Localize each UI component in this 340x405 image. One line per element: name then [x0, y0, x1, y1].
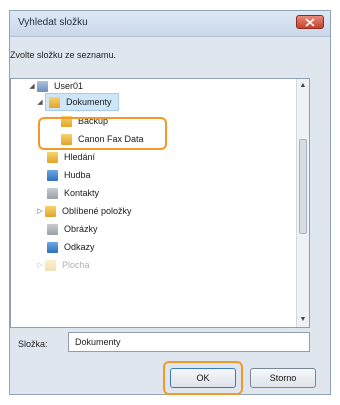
tree-item-label: Hudba [64, 170, 91, 180]
tree-item-hudba[interactable]: Hudba [47, 166, 91, 184]
expand-arrow-icon[interactable]: ◢ [35, 98, 45, 106]
pictures-folder-icon [47, 223, 58, 235]
tree-item-label: Dokumenty [66, 97, 112, 107]
links-folder-icon [47, 241, 58, 253]
expand-arrow-icon[interactable]: ▷ [35, 207, 45, 215]
yellow-folder-icon [45, 259, 56, 271]
music-folder-icon [47, 169, 58, 181]
tree-item-odkazy[interactable]: Odkazy [47, 238, 95, 256]
instruction-text: Zvolte složku ze seznamu. [10, 50, 117, 60]
tree-item-hledani[interactable]: Hledání [47, 148, 95, 166]
contacts-folder-icon [47, 187, 58, 199]
expand-arrow-icon[interactable]: ▷ [35, 261, 45, 269]
expand-arrow-icon[interactable]: ◢ [27, 82, 37, 90]
ok-callout-highlight [163, 361, 243, 395]
yellow-folder-icon [49, 96, 60, 108]
yellow-folder-icon [45, 205, 56, 217]
user-folder-icon [37, 80, 48, 92]
scroll-thumb[interactable] [299, 139, 307, 234]
tree-item-label: User01 [54, 81, 84, 91]
scroll-down-icon[interactable]: ▼ [297, 313, 309, 327]
tree-item-label: Odkazy [64, 242, 95, 252]
dialog-title: Vyhledat složku [18, 17, 88, 28]
tree-item-label: Oblíbené položky [62, 206, 132, 216]
cancel-button[interactable]: Storno [250, 368, 316, 388]
tree-item-obrazky[interactable]: Obrázky [47, 220, 98, 238]
folder-field-label: Složka: [18, 339, 48, 349]
tree-item-kontakty[interactable]: Kontakty [47, 184, 99, 202]
search-folder-icon [47, 151, 58, 163]
title-bar: Vyhledat složku [10, 11, 330, 37]
tree-item-label: Obrázky [64, 224, 98, 234]
tree-item-oblibene-polozky[interactable]: ▷ Oblíbené položky [35, 202, 132, 220]
folder-name-input[interactable] [68, 332, 310, 352]
selection-callout-highlight [38, 117, 167, 150]
tree-item-dokumenty[interactable]: ◢ Dokumenty [35, 93, 119, 111]
close-icon [305, 18, 315, 27]
vertical-scrollbar[interactable]: ▲ ▼ [296, 79, 309, 327]
folder-tree[interactable]: ◢ User01 ◢ Dokumenty Backup Canon Fax Da… [10, 78, 310, 328]
tree-item-label: Hledání [64, 152, 96, 162]
close-button[interactable] [296, 15, 324, 29]
tree-item-label: Plocha [62, 260, 90, 270]
selection-highlight[interactable]: Dokumenty [45, 93, 119, 111]
tree-item-plocha[interactable]: ▷ Plocha [35, 256, 90, 274]
tree-item-label: Kontakty [64, 188, 100, 198]
scroll-up-icon[interactable]: ▲ [297, 79, 309, 93]
